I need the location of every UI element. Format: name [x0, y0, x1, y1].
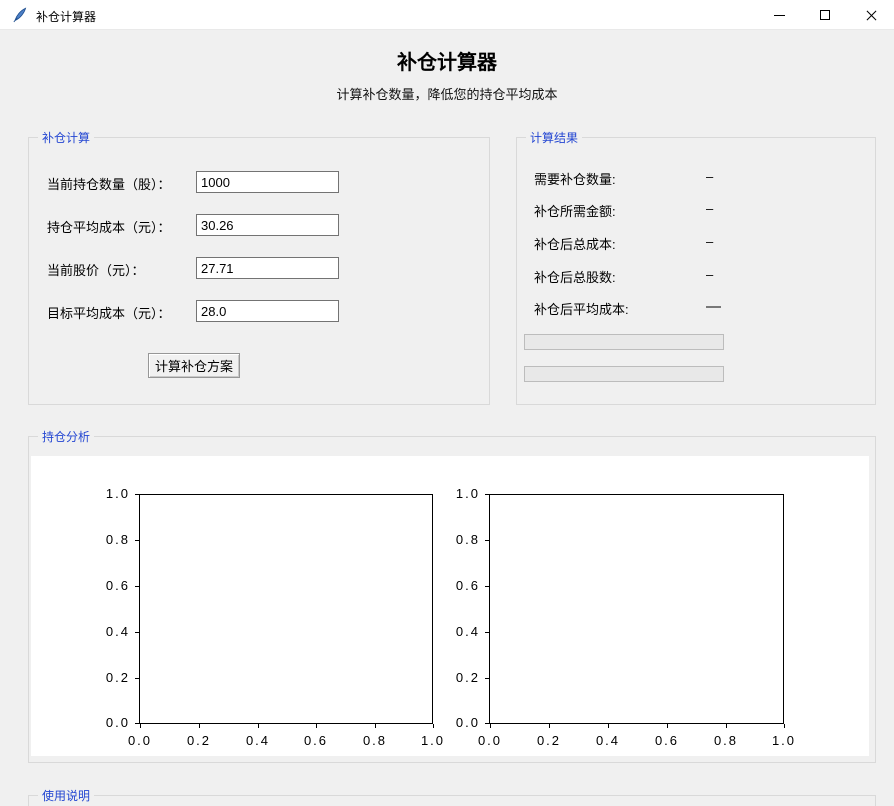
result-value-needed-amount: – [706, 201, 713, 216]
y-tick-label: 0.4 [444, 624, 480, 639]
y-tick-label: 0.4 [94, 624, 130, 639]
tick-mark [608, 724, 609, 728]
x-tick-label: 1.0 [411, 733, 455, 748]
tick-mark [375, 724, 376, 728]
result-label-needed-shares: 需要补仓数量: [534, 169, 616, 188]
tick-mark [433, 724, 434, 728]
y-tick-label: 1.0 [444, 486, 480, 501]
maximize-icon [820, 10, 830, 20]
tick-mark [784, 724, 785, 728]
result-value-total-cost: – [706, 234, 713, 249]
result-label-total-shares: 补仓后总股数: [534, 267, 616, 286]
tick-mark [135, 678, 139, 679]
x-tick-label: 0.0 [118, 733, 162, 748]
result-value-new-avg-cost: — [706, 298, 721, 315]
target-cost-input[interactable] [196, 300, 339, 322]
result-label-new-avg-cost: 补仓后平均成本: [534, 299, 629, 318]
progressbar-1 [524, 334, 724, 350]
y-tick-label: 0.0 [444, 715, 480, 730]
left-plot-axes: 1.0 0.8 0.6 0.4 0.2 0.0 0.0 0.2 0.4 0.6 … [139, 494, 433, 724]
tick-mark [485, 632, 489, 633]
progressbar-2 [524, 366, 724, 382]
window-title: 补仓计算器 [36, 8, 96, 25]
result-value-needed-shares: – [706, 169, 713, 184]
usage-panel: 使用说明 [28, 795, 876, 806]
x-tick-label: 1.0 [762, 733, 806, 748]
x-tick-label: 0.4 [236, 733, 280, 748]
tick-mark [199, 724, 200, 728]
result-value-total-shares: – [706, 267, 713, 282]
plot-canvas: 1.0 0.8 0.6 0.4 0.2 0.0 0.0 0.2 0.4 0.6 … [31, 456, 869, 756]
x-tick-label: 0.0 [468, 733, 512, 748]
calculate-button[interactable]: 计算补仓方案 [148, 353, 240, 378]
usage-panel-title: 使用说明 [38, 787, 94, 804]
tick-mark [490, 724, 491, 728]
x-tick-label: 0.2 [177, 733, 221, 748]
x-tick-label: 0.6 [645, 733, 689, 748]
result-panel-title: 计算结果 [526, 129, 582, 146]
x-tick-label: 0.8 [704, 733, 748, 748]
field-label-avg-cost: 持仓平均成本（元）： [47, 217, 171, 236]
tick-mark [140, 724, 141, 728]
x-tick-label: 0.6 [294, 733, 338, 748]
tick-mark [485, 494, 489, 495]
tick-mark [135, 494, 139, 495]
tick-mark [135, 586, 139, 587]
y-tick-label: 0.8 [444, 532, 480, 547]
y-tick-label: 0.6 [444, 578, 480, 593]
result-panel: 计算结果 需要补仓数量: – 补仓所需金额: – 补仓后总成本: – 补仓后总股… [516, 137, 876, 405]
page-subtitle: 计算补仓数量，降低您的持仓平均成本 [0, 84, 894, 103]
tick-mark [726, 724, 727, 728]
tick-mark [135, 540, 139, 541]
python-feather-icon [12, 7, 28, 23]
y-tick-label: 1.0 [94, 486, 130, 501]
tick-mark [549, 724, 550, 728]
page-title: 补仓计算器 [0, 46, 894, 75]
calc-panel: 补仓计算 当前持仓数量（股）： 持仓平均成本（元）： 当前股价（元）： 目标平均… [28, 137, 490, 405]
result-label-needed-amount: 补仓所需金额: [534, 201, 616, 220]
tick-mark [485, 540, 489, 541]
analysis-panel: 持仓分析 1.0 0.8 0.6 0.4 0.2 0.0 [28, 436, 876, 763]
tick-mark [135, 723, 139, 724]
tick-mark [667, 724, 668, 728]
right-plot-axes: 1.0 0.8 0.6 0.4 0.2 0.0 0.0 0.2 0.4 0.6 … [489, 494, 784, 724]
field-label-target-cost: 目标平均成本（元）： [47, 303, 171, 322]
x-tick-label: 0.2 [527, 733, 571, 748]
y-tick-label: 0.2 [94, 670, 130, 685]
y-tick-label: 0.6 [94, 578, 130, 593]
maximize-button[interactable] [802, 0, 848, 30]
current-price-input[interactable] [196, 257, 339, 279]
minimize-button[interactable] [756, 0, 802, 30]
avg-cost-input[interactable] [196, 214, 339, 236]
close-button[interactable] [848, 0, 894, 30]
field-label-current-price: 当前股价（元）： [47, 260, 145, 279]
calc-panel-title: 补仓计算 [38, 129, 94, 146]
titlebar: 补仓计算器 [0, 0, 894, 30]
close-icon [865, 9, 878, 22]
minimize-icon [774, 15, 785, 16]
app-window: 补仓计算器 补仓计算器 计算补仓数量，降低您的持仓平均成本 补仓计算 当前持仓数… [0, 0, 894, 806]
x-tick-label: 0.4 [586, 733, 630, 748]
tick-mark [316, 724, 317, 728]
y-tick-label: 0.0 [94, 715, 130, 730]
field-label-shares: 当前持仓数量（股）： [47, 174, 171, 193]
result-label-total-cost: 补仓后总成本: [534, 234, 616, 253]
tick-mark [485, 723, 489, 724]
x-tick-label: 0.8 [353, 733, 397, 748]
tick-mark [135, 632, 139, 633]
tick-mark [485, 586, 489, 587]
tick-mark [258, 724, 259, 728]
y-tick-label: 0.8 [94, 532, 130, 547]
y-tick-label: 0.2 [444, 670, 480, 685]
shares-input[interactable] [196, 171, 339, 193]
tick-mark [485, 678, 489, 679]
analysis-panel-title: 持仓分析 [38, 428, 94, 445]
